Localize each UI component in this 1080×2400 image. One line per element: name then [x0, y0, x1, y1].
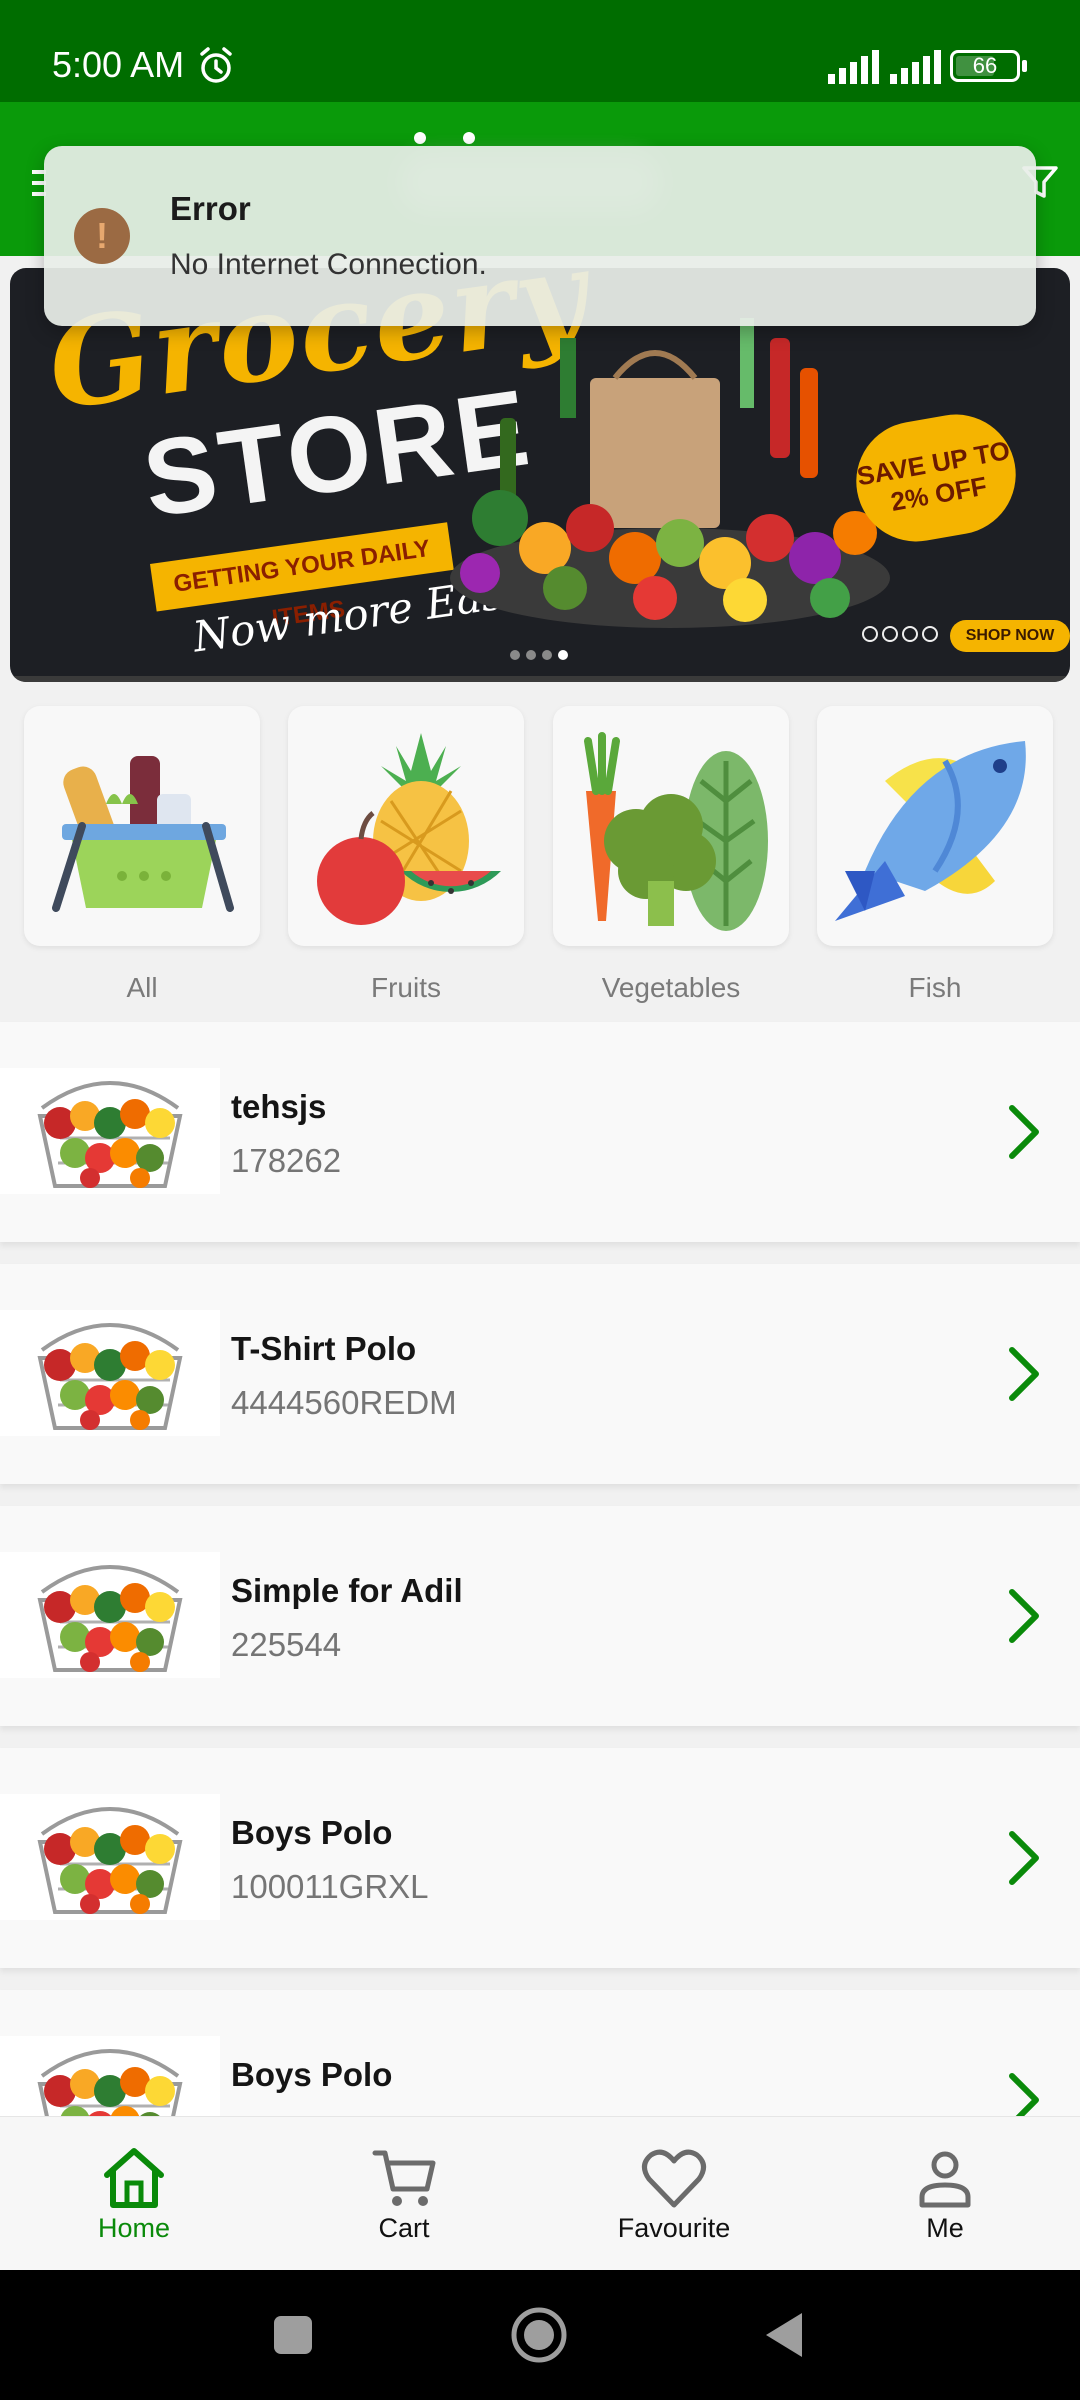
category-label: All [126, 972, 158, 1003]
error-message: No Internet Connection. [170, 248, 487, 281]
battery-percent: 66 [972, 53, 998, 78]
basket-image [37, 1565, 183, 1672]
facebook-icon [862, 626, 878, 642]
category-label: Vegetables [601, 972, 741, 1003]
product-name: Boys Polo [231, 2056, 393, 2093]
product-thumbnail [0, 1068, 220, 1194]
nav-label: Favourite [617, 2213, 731, 2243]
nav-label: Cart [378, 2213, 430, 2243]
system-navigation-bar [0, 2270, 1080, 2400]
alarm-icon [200, 47, 232, 83]
product-row[interactable]: T-Shirt Polo 4444560REDM [0, 1264, 1080, 1484]
carousel-dot[interactable] [510, 650, 520, 660]
overlay-dot [463, 132, 475, 144]
chevron-right-icon[interactable] [1004, 1828, 1044, 1888]
signal-icon [890, 50, 941, 84]
product-code: 100011GRXL [231, 1868, 429, 1905]
error-notification[interactable]: ! Error No Internet Connection. [44, 146, 1036, 326]
shop-now-button[interactable]: SHOP NOW [950, 620, 1070, 652]
back-button[interactable] [762, 2310, 806, 2360]
carousel-dot[interactable] [542, 650, 552, 660]
product-code: 178262 [231, 1142, 342, 1179]
save-badge-text: SAVE UP TO 2% OFF [854, 435, 1013, 517]
signal-icon [828, 50, 879, 84]
overlay-dot [414, 132, 426, 144]
product-code: 4444560REDM [231, 1384, 457, 1421]
product-row[interactable]: Boys Polo 100011GRXL [0, 1748, 1080, 1968]
carousel-dot[interactable] [526, 650, 536, 660]
basket-image [37, 1081, 183, 1188]
app-screen: 5:00 AM 66 Grocery STORE GETTING YOUR DA… [0, 0, 1080, 2400]
person-icon [919, 2151, 971, 2208]
product-code: 225544 [231, 1626, 342, 1663]
category-fruits[interactable]: Fruits [288, 706, 524, 1004]
nav-cart[interactable]: Cart [304, 2145, 504, 2244]
product-thumbnail [0, 1794, 220, 1920]
product-name: Simple for Adil [231, 1572, 463, 1609]
category-card[interactable] [288, 706, 524, 946]
nav-home[interactable]: Home [34, 2145, 234, 2244]
category-card[interactable] [553, 706, 789, 946]
basket-image [37, 1807, 183, 1914]
nav-me[interactable]: Me [845, 2145, 1045, 2244]
product-thumbnail [0, 1552, 220, 1678]
category-label: Fish [908, 972, 962, 1003]
error-title: Error [170, 190, 251, 227]
fish-icon [835, 741, 1026, 921]
nav-favourite[interactable]: Favourite [574, 2145, 774, 2244]
recents-button[interactable] [272, 2314, 314, 2356]
promo-banner[interactable]: Grocery STORE GETTING YOUR DAILY ITEMS N… [10, 268, 1070, 682]
battery-tip [1022, 60, 1027, 72]
fruits-icon [317, 733, 501, 925]
product-row[interactable]: Simple for Adil 225544 [0, 1506, 1080, 1726]
cart-icon [372, 2150, 436, 2206]
category-fish[interactable]: Fish [817, 706, 1053, 1004]
battery-icon: 66 [950, 50, 1020, 82]
category-card[interactable] [817, 706, 1053, 946]
product-row[interactable]: tehsjs 178262 [0, 1022, 1080, 1242]
instagram-icon [882, 626, 898, 642]
chevron-right-icon[interactable] [1004, 1586, 1044, 1646]
category-vegetables[interactable]: Vegetables [553, 706, 789, 1004]
vegetables-icon [584, 732, 768, 931]
category-label: Fruits [371, 972, 441, 1003]
twitter-icon [902, 626, 918, 642]
basket-image [37, 1323, 183, 1430]
status-time: 5:00 AM [52, 44, 185, 85]
product-thumbnail [0, 1310, 220, 1436]
status-bar: 5:00 AM 66 [0, 0, 1080, 102]
warning-icon: ! [74, 208, 130, 264]
product-name: T-Shirt Polo [231, 1330, 417, 1367]
category-all[interactable]: All [24, 706, 260, 1004]
heart-icon [642, 2149, 706, 2208]
nav-label: Me [926, 2213, 964, 2243]
basket-icon [52, 756, 234, 912]
bottom-navigation: Home Cart Favourite Me [0, 2116, 1080, 2270]
category-card[interactable] [24, 706, 260, 946]
nav-label: Home [97, 2213, 171, 2243]
chevron-right-icon[interactable] [1004, 1344, 1044, 1404]
grocery-bag-image [450, 318, 890, 628]
product-name: tehsjs [231, 1088, 327, 1125]
home-system-button[interactable] [510, 2306, 568, 2364]
youtube-icon [922, 626, 938, 642]
product-name: Boys Polo [231, 1814, 393, 1851]
carousel-dot-active[interactable] [558, 650, 568, 660]
chevron-right-icon[interactable] [1004, 1102, 1044, 1162]
home-icon [104, 2148, 164, 2208]
banner-divider [10, 676, 1070, 682]
